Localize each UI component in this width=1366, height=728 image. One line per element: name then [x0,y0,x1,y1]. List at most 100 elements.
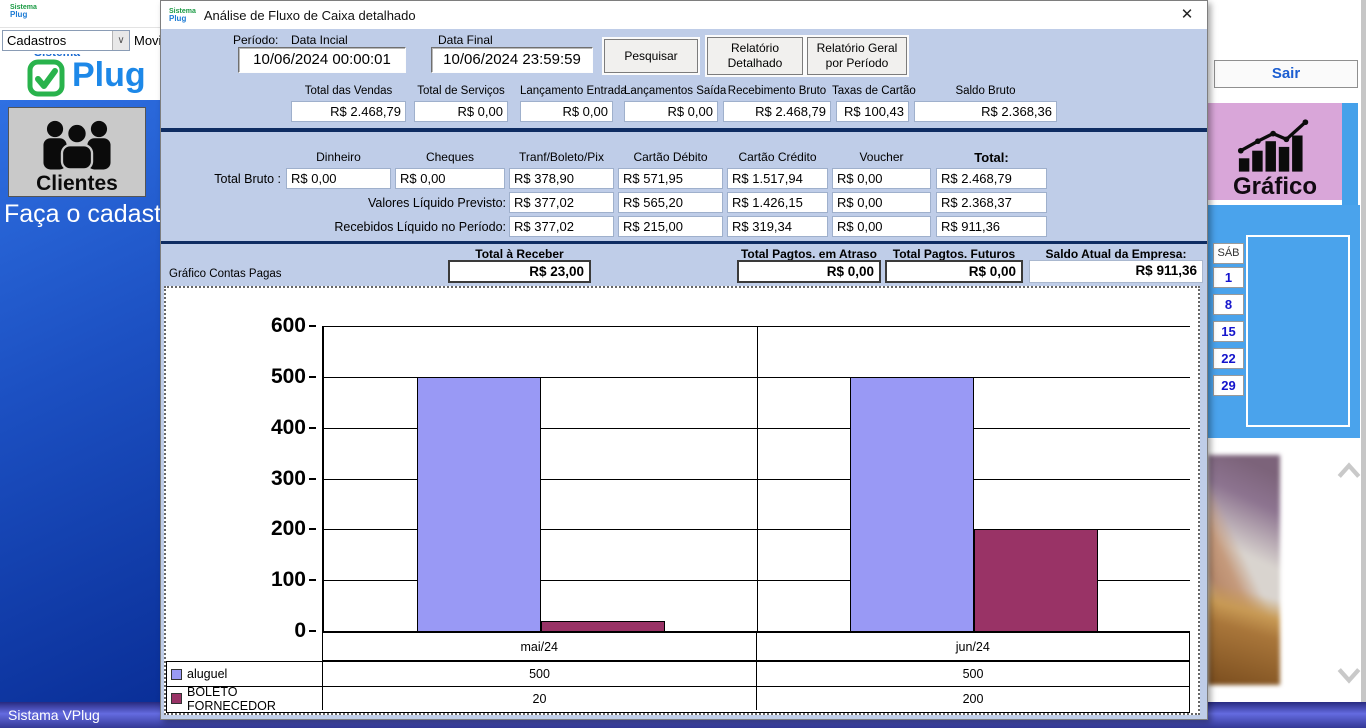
calendar-date[interactable]: 29 [1213,375,1244,396]
pay-value: R$ 571,95 [618,168,723,189]
grafico-label: Gráfico [1233,174,1317,199]
category-label: mai/24 [322,633,756,660]
pay-value: R$ 378,90 [509,168,614,189]
y-tick-mark [309,528,316,530]
legend-label: BOLETO FORNECEDOR [187,685,322,713]
relatorio-detalhado-button[interactable]: Relatório Detalhado [707,37,803,75]
grafico-button[interactable]: Gráfico [1208,103,1342,200]
y-tick-mark [309,325,316,327]
pay-row-label: Valores Líquido Previsto: [206,196,506,210]
legend-swatch [171,693,182,704]
pay-value: R$ 0,00 [832,168,931,189]
legend-swatch [171,669,182,680]
bar [541,621,665,631]
y-tick-mark [309,478,316,480]
y-tick-label: 400 [271,415,306,441]
logo-band: Sistema Plug [0,54,160,100]
summary-label: Lançamento Entrada [520,85,613,97]
summary-value: R$ 100,43 [836,101,909,122]
cash-flow-dialog: SistemaPlug Análise de Fluxo de Caixa de… [160,0,1208,720]
y-tick-label: 0 [294,618,306,644]
legend-value: 20 [322,686,756,710]
menu-cadastros[interactable]: Cadastros ∨ [2,30,130,51]
legend-value: 500 [756,662,1189,686]
pay-value: R$ 0,00 [395,168,505,189]
legend-row: BOLETO FORNECEDOR [167,686,322,710]
clientes-button[interactable]: Clientes [8,107,146,197]
separator [161,241,1207,244]
photo [1208,455,1280,685]
start-date-input[interactable]: 10/06/2024 00:00:01 [238,47,406,73]
pay-row-label: Total Bruto : [191,172,281,186]
total-label: Saldo Atual da Empresa: [1029,247,1203,261]
calendar-frame [1246,235,1350,427]
pay-value: R$ 1.517,94 [727,168,828,189]
total-value: R$ 911,36 [1029,260,1203,283]
y-tick-label: 100 [271,567,306,593]
summary-label: Taxas de Cartão [832,85,913,97]
app-icon: SistemaPlug [10,4,37,19]
chart-y-axis: 0100200300400500600 [166,326,316,631]
pay-col-header: Cartão Débito [618,150,723,164]
chart-legend-table: aluguel 500 500 BOLETO FORNECEDOR 20 200 [166,661,1190,713]
bar-group [324,326,757,631]
dialog-icon: SistemaPlug [169,8,196,23]
summary-label: Recebimento Bruto [723,85,831,97]
marquee-text: Faça o cadast [4,200,160,229]
dialog-titlebar: SistemaPlug Análise de Fluxo de Caixa de… [161,1,1207,29]
pay-col-header: Dinheiro [286,150,391,164]
bar [417,377,541,631]
pay-value: R$ 0,00 [832,192,931,213]
calendar-date[interactable]: 22 [1213,348,1244,369]
chevron-down-icon: ∨ [112,31,129,50]
summary-value: R$ 2.468,79 [291,101,406,122]
y-tick-label: 600 [271,313,306,339]
calendar-panel: SÁB 1 8 15 22 29 [1208,205,1360,438]
pay-col-header: Total: [936,150,1047,165]
chart-category-band: mai/24 jun/24 [322,633,1190,661]
pay-row-label: Recebidos Líquido no Período: [206,220,506,234]
pay-value: R$ 565,20 [618,192,723,213]
logo-brand-text: Plug [72,56,146,95]
pay-value: R$ 319,34 [727,216,828,237]
calendar-date[interactable]: 15 [1213,321,1244,342]
total-value: R$ 0,00 [885,260,1023,283]
summary-value: R$ 0,00 [414,101,508,122]
relatorio-geral-button[interactable]: Relatório Geral por Período [807,37,907,75]
summary-value: R$ 0,00 [520,101,613,122]
calendar-date[interactable]: 1 [1213,267,1244,288]
sair-button[interactable]: Sair [1214,60,1358,88]
y-tick-mark [309,579,316,581]
pay-value: R$ 2.368,37 [936,192,1047,213]
pay-value: R$ 0,00 [286,168,391,189]
calendar-date[interactable]: 8 [1213,294,1244,315]
legend-value: 500 [322,662,756,686]
end-date-input[interactable]: 10/06/2024 23:59:59 [431,47,593,73]
total-value: R$ 23,00 [448,260,591,283]
y-tick-label: 500 [271,364,306,390]
scroll-up-icon[interactable] [1336,458,1362,484]
end-date-label: Data Final [438,33,493,47]
start-date-label: Data Incial [291,33,348,47]
bar [850,377,974,631]
summary-value: R$ 2.368,36 [914,101,1057,122]
y-tick-mark [309,630,316,632]
y-tick-label: 200 [271,516,306,542]
calendar-backdrop [1342,103,1358,207]
pay-value: R$ 377,02 [509,192,614,213]
pesquisar-button[interactable]: Pesquisar [604,39,698,73]
dialog-title: Análise de Fluxo de Caixa detalhado [204,8,416,23]
legend-value: 200 [756,686,1189,710]
pay-value: R$ 0,00 [832,216,931,237]
chart-section-label: Gráfico Contas Pagas [169,268,282,280]
chart-plot [322,326,1190,633]
scroll-down-icon[interactable] [1336,662,1362,688]
close-icon[interactable]: ✕ [1177,5,1197,25]
summary-label: Total de Serviços [414,85,508,97]
bar-group [757,326,1190,631]
vplug-check-logo [26,58,66,98]
total-value: R$ 0,00 [737,260,881,283]
pay-value: R$ 911,36 [936,216,1047,237]
category-label: jun/24 [756,633,1191,660]
pay-value: R$ 377,02 [509,216,614,237]
